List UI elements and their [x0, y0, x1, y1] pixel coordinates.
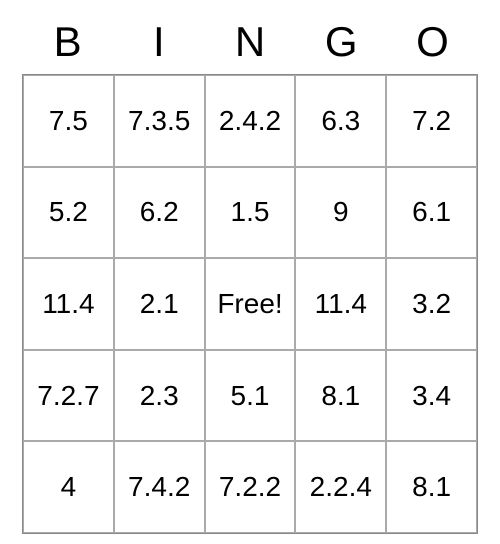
- header-I: I: [113, 18, 204, 74]
- header-N: N: [204, 18, 295, 74]
- bingo-cell[interactable]: 6.2: [114, 167, 205, 259]
- bingo-cell[interactable]: 1.5: [205, 167, 296, 259]
- bingo-cell[interactable]: 2.2.4: [295, 441, 386, 533]
- bingo-cell[interactable]: 5.1: [205, 350, 296, 442]
- bingo-free-cell[interactable]: Free!: [205, 258, 296, 350]
- bingo-cell[interactable]: 9: [295, 167, 386, 259]
- bingo-cell[interactable]: 3.2: [386, 258, 477, 350]
- bingo-cell[interactable]: 7.3.5: [114, 75, 205, 167]
- bingo-cell[interactable]: 3.4: [386, 350, 477, 442]
- bingo-cell[interactable]: 4: [23, 441, 114, 533]
- bingo-cell[interactable]: 8.1: [386, 441, 477, 533]
- bingo-grid: 7.5 7.3.5 2.4.2 6.3 7.2 5.2 6.2 1.5 9 6.…: [22, 74, 478, 534]
- bingo-cell[interactable]: 11.4: [295, 258, 386, 350]
- header-G: G: [296, 18, 387, 74]
- bingo-cell[interactable]: 2.1: [114, 258, 205, 350]
- bingo-cell[interactable]: 2.4.2: [205, 75, 296, 167]
- bingo-cell[interactable]: 2.3: [114, 350, 205, 442]
- bingo-cell[interactable]: 7.2.7: [23, 350, 114, 442]
- header-B: B: [22, 18, 113, 74]
- bingo-cell[interactable]: 11.4: [23, 258, 114, 350]
- header-O: O: [387, 18, 478, 74]
- bingo-cell[interactable]: 8.1: [295, 350, 386, 442]
- bingo-cell[interactable]: 5.2: [23, 167, 114, 259]
- bingo-card: B I N G O 7.5 7.3.5 2.4.2 6.3 7.2 5.2 6.…: [22, 18, 478, 534]
- bingo-cell[interactable]: 6.1: [386, 167, 477, 259]
- bingo-cell[interactable]: 7.2.2: [205, 441, 296, 533]
- bingo-cell[interactable]: 7.2: [386, 75, 477, 167]
- bingo-cell[interactable]: 6.3: [295, 75, 386, 167]
- bingo-cell[interactable]: 7.5: [23, 75, 114, 167]
- bingo-cell[interactable]: 7.4.2: [114, 441, 205, 533]
- bingo-header-row: B I N G O: [22, 18, 478, 74]
